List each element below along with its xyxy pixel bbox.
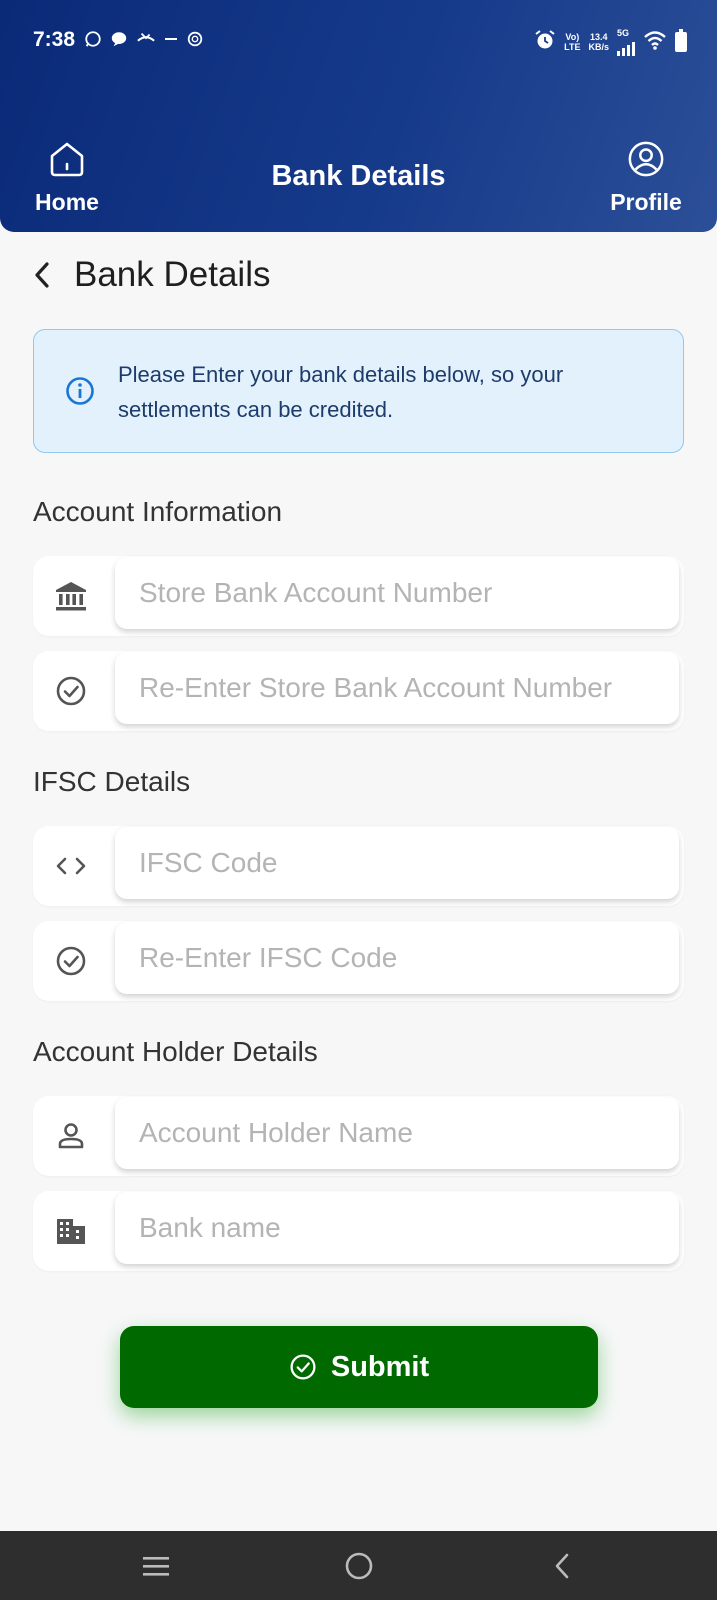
info-text: Please Enter your bank details below, so… <box>118 362 564 422</box>
status-right: Vo) LTE 13.4 KB/s 5G <box>534 28 687 56</box>
submit-button[interactable]: Submit <box>120 1326 598 1408</box>
circle-home-icon <box>345 1552 373 1580</box>
back-icon <box>555 1553 569 1579</box>
recent-apps-button[interactable] <box>141 1551 171 1581</box>
account-number-row <box>33 556 684 636</box>
page-title: Bank Details <box>74 255 271 294</box>
holder-name-input[interactable] <box>115 1097 679 1169</box>
check-circle-icon <box>53 673 89 709</box>
back-button[interactable] <box>30 262 54 288</box>
nav-home-label: Home <box>35 189 99 215</box>
ifsc-confirm-input[interactable] <box>115 922 679 994</box>
section-title-ifsc-details: IFSC Details <box>33 766 191 797</box>
account-number-confirm-row <box>33 651 684 731</box>
nav-profile-label: Profile <box>610 189 682 215</box>
menu-icon <box>143 1557 169 1576</box>
status-time: 7:38 <box>33 28 76 51</box>
system-home-button[interactable] <box>344 1551 374 1581</box>
network-speed: 13.4 KB/s <box>588 32 609 52</box>
whatsapp-icon <box>84 30 102 53</box>
info-banner: Please Enter your bank details below, so… <box>33 329 684 453</box>
message-icon <box>110 30 128 53</box>
bank-icon <box>53 578 89 614</box>
ifsc-row <box>33 826 684 906</box>
check-circle-icon <box>53 943 89 979</box>
wifi-icon <box>643 30 667 55</box>
submit-label: Submit <box>330 1350 430 1383</box>
chevron-left-icon <box>35 262 49 288</box>
dash-icon <box>164 30 178 53</box>
bank-name-input[interactable] <box>115 1192 679 1264</box>
ifsc-confirm-row <box>33 921 684 1001</box>
alarm-icon <box>534 29 556 56</box>
app-header: 7:38 Vo) LTE 13.4 KB/s 5G Home Bank Deta… <box>0 0 717 232</box>
volte-indicator: Vo) LTE <box>564 32 581 52</box>
system-back-button[interactable] <box>547 1551 577 1581</box>
battery-icon <box>675 29 687 52</box>
building-icon <box>53 1213 89 1249</box>
missed-call-icon <box>136 30 156 53</box>
holder-name-row <box>33 1096 684 1176</box>
person-icon <box>53 1118 89 1154</box>
notification-icons <box>84 30 204 53</box>
profile-icon <box>628 141 664 177</box>
openai-icon <box>186 30 204 53</box>
section-title-account-holder-details: Account Holder Details <box>33 1036 318 1067</box>
system-nav-bar <box>0 1531 717 1600</box>
status-bar: 7:38 Vo) LTE 13.4 KB/s 5G <box>0 0 717 84</box>
page-title-row: Bank Details <box>30 250 270 300</box>
ifsc-input[interactable] <box>115 827 679 899</box>
signal-icon: 5G <box>617 28 635 56</box>
account-number-confirm-input[interactable] <box>115 652 679 724</box>
section-title-account-information: Account Information <box>33 496 283 527</box>
nav-profile-button[interactable]: Profile <box>604 140 688 216</box>
check-circle-icon <box>290 1354 316 1380</box>
account-number-input[interactable] <box>115 557 679 629</box>
info-icon <box>66 377 94 405</box>
bank-name-row <box>33 1191 684 1271</box>
code-icon <box>53 848 89 884</box>
